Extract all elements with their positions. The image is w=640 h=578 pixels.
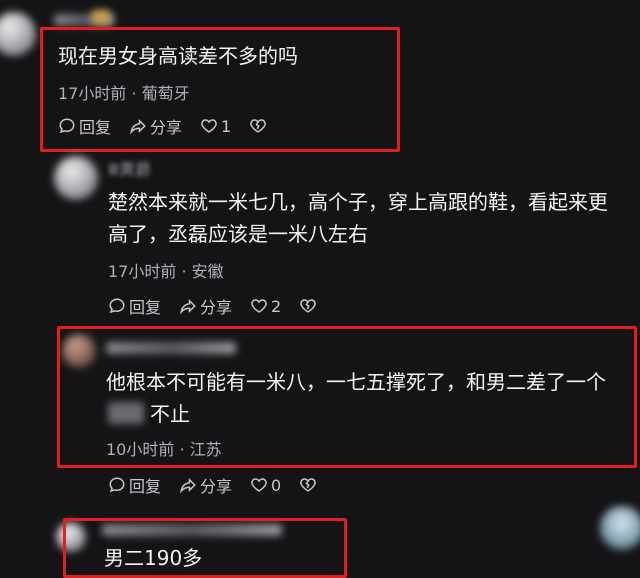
comment-icon [109,477,125,493]
like-count: 0 [271,475,282,495]
comment-actions: 回复 分享 0 [108,473,338,497]
highlight-box [63,518,347,578]
avatar[interactable] [600,506,640,550]
dislike-button[interactable] [299,476,320,494]
highlight-box [57,326,637,468]
share-icon [180,477,196,494]
broken-heart-icon [300,299,317,313]
badge-icon [92,10,110,24]
comment-text-line1: 楚然本来就一米七几，高个子，穿上高跟的鞋，看起来更 [108,190,608,214]
highlight-box [40,27,400,152]
like-count: 2 [271,296,282,316]
reply-button[interactable]: 回复 [108,473,161,497]
reply-button[interactable]: 回复 [108,294,161,318]
like-button[interactable]: 2 [250,297,281,316]
reply-label: 回复 [129,477,162,496]
avatar[interactable] [0,12,36,56]
share-button[interactable]: 分享 [179,473,232,497]
comment-actions: 回复 分享 2 [108,294,338,318]
dislike-button[interactable] [299,297,320,315]
avatar[interactable] [54,156,98,200]
heart-icon [251,478,267,492]
comment-text-line2: 高了，丞磊应该是一米八左右 [108,222,368,246]
share-button[interactable]: 分享 [179,294,232,318]
share-icon [180,298,196,315]
heart-icon [251,299,267,313]
broken-heart-icon [300,478,317,492]
like-button[interactable]: 0 [250,476,281,495]
share-label: 分享 [200,298,233,317]
share-label: 分享 [200,477,233,496]
comment-meta: 17小时前 · 安徽 [108,262,224,281]
username[interactable]: Ⅲ黄爵 [108,156,151,180]
comment-icon [109,298,125,314]
reply-label: 回复 [129,298,162,317]
